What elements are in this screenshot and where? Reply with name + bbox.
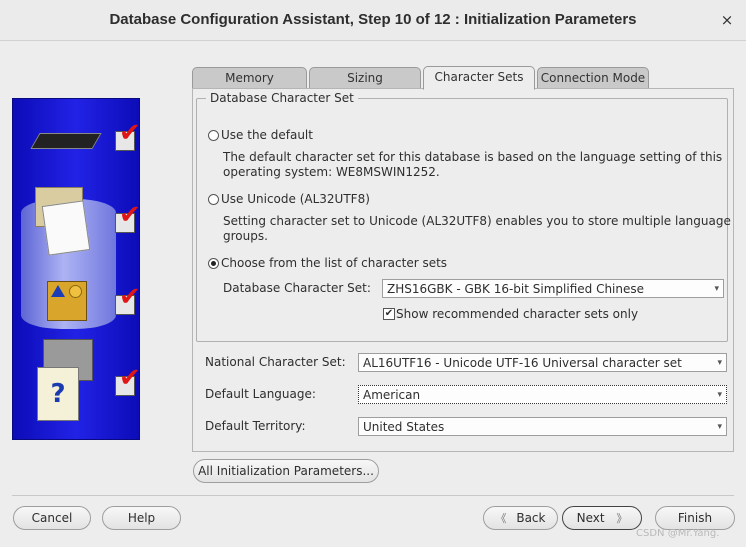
back-button-label: Back	[516, 511, 546, 525]
default-territory-value: United States	[363, 420, 445, 434]
check-mark-icon: ✔	[119, 282, 140, 312]
all-initialization-parameters-button[interactable]: All Initialization Parameters...	[193, 459, 379, 483]
cancel-button[interactable]: Cancel	[13, 506, 91, 530]
radio-use-unicode[interactable]	[208, 194, 219, 205]
next-button[interactable]: Next 》	[562, 506, 642, 530]
chevron-down-icon: ▾	[717, 358, 722, 368]
use-default-description: The default character set for this datab…	[223, 150, 723, 164]
radio-use-default[interactable]	[208, 130, 219, 141]
memory-chip-icon	[30, 133, 102, 149]
close-icon[interactable]: ×	[716, 10, 738, 30]
radio-choose-from-list-label[interactable]: Choose from the list of character sets	[221, 256, 447, 270]
back-arrow-icon: 《	[495, 512, 507, 525]
database-charset-label: Database Character Set:	[223, 281, 371, 295]
tab-sizing[interactable]: Sizing	[309, 67, 421, 89]
national-charset-label: National Character Set:	[205, 355, 346, 369]
circle-shape-icon	[69, 285, 82, 298]
default-territory-select[interactable]: United States ▾	[358, 417, 727, 436]
default-language-value: American	[363, 388, 421, 402]
default-language-label: Default Language:	[205, 387, 316, 401]
tab-character-sets[interactable]: Character Sets	[423, 66, 535, 90]
chevron-down-icon: ▾	[714, 284, 719, 294]
check-mark-icon: ✔	[119, 118, 140, 148]
chevron-down-icon: ▾	[717, 390, 722, 400]
footer-separator	[12, 495, 734, 496]
help-button[interactable]: Help	[102, 506, 181, 530]
wizard-illustration: ✔ ✔ ✔ ? ✔	[12, 98, 140, 440]
default-language-select[interactable]: American ▾	[358, 385, 727, 404]
show-recommended-checkbox[interactable]: ✔	[383, 308, 395, 320]
chevron-down-icon: ▾	[717, 422, 722, 432]
help-document-icon: ?	[37, 367, 79, 421]
database-charset-value: ZHS16GBK - GBK 16-bit Simplified Chinese	[387, 282, 645, 296]
triangle-shape-icon	[51, 285, 65, 297]
national-charset-select[interactable]: AL16UTF16 - Unicode UTF-16 Universal cha…	[358, 353, 727, 372]
use-default-description: operating system: WE8MSWIN1252.	[223, 165, 440, 179]
database-charset-select[interactable]: ZHS16GBK - GBK 16-bit Simplified Chinese…	[382, 279, 724, 298]
use-unicode-description: Setting character set to Unicode (AL32UT…	[223, 214, 731, 228]
window-title: Database Configuration Assistant, Step 1…	[109, 11, 637, 28]
radio-use-unicode-label[interactable]: Use Unicode (AL32UTF8)	[221, 192, 370, 206]
show-recommended-label[interactable]: Show recommended character sets only	[396, 307, 638, 321]
document-icon	[41, 200, 91, 256]
check-mark-icon: ✔	[119, 200, 140, 230]
tab-memory[interactable]: Memory	[192, 67, 307, 89]
national-charset-value: AL16UTF16 - Unicode UTF-16 Universal cha…	[363, 356, 682, 370]
group-legend: Database Character Set	[206, 91, 358, 105]
radio-use-default-label[interactable]: Use the default	[221, 128, 313, 142]
use-unicode-description: groups.	[223, 229, 268, 243]
default-territory-label: Default Territory:	[205, 419, 306, 433]
next-arrow-icon: 》	[616, 512, 628, 525]
tab-connection-mode[interactable]: Connection Mode	[537, 67, 649, 89]
check-mark-icon: ✔	[119, 363, 140, 393]
back-button[interactable]: 《 Back	[483, 506, 558, 530]
radio-choose-from-list[interactable]	[208, 258, 219, 269]
next-button-label: Next	[576, 511, 605, 525]
watermark: CSDN @Mr.Yang.	[636, 528, 720, 539]
finish-button[interactable]: Finish	[655, 506, 735, 530]
